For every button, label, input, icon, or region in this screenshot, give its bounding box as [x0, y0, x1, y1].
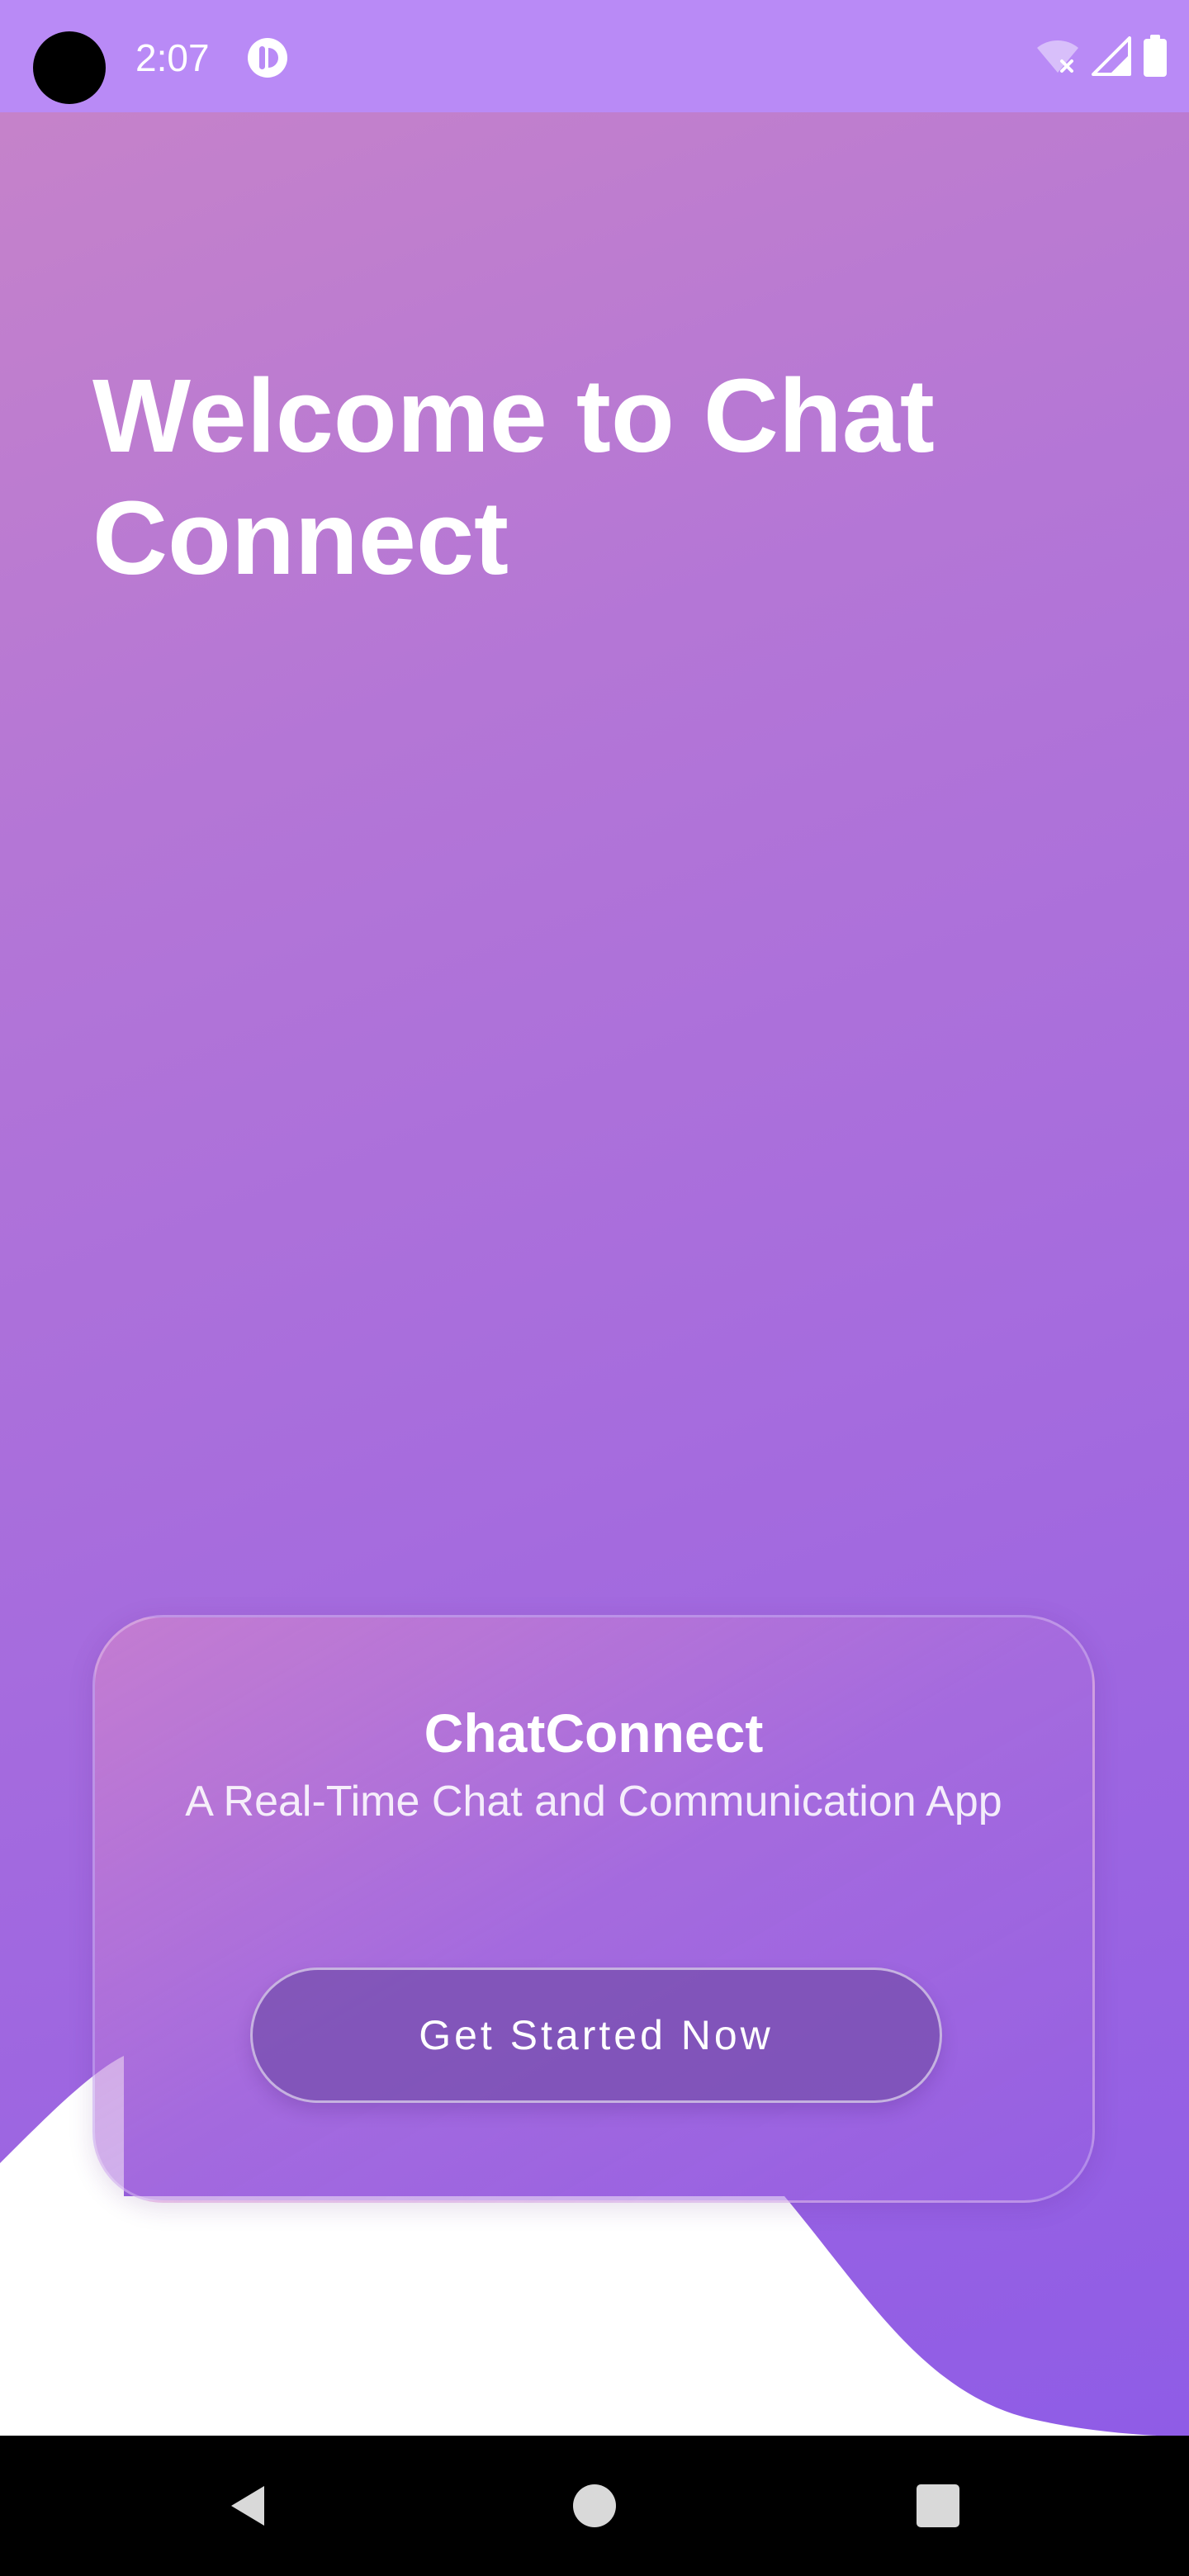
back-icon [231, 2486, 264, 2526]
card-subtitle: A Real-Time Chat and Communication App [185, 1778, 1002, 1825]
app-notification-icon [248, 38, 287, 78]
recents-icon [917, 2484, 959, 2527]
cell-signal-icon [1092, 36, 1131, 76]
wifi-off-icon [1037, 40, 1078, 73]
page-title: Welcome to Chat Connect [92, 358, 935, 596]
home-button[interactable] [537, 2436, 652, 2576]
status-bar: 2:07 [0, 0, 1189, 112]
intro-card: ChatConnect A Real-Time Chat and Communi… [92, 1615, 1095, 2203]
back-button[interactable] [192, 2436, 307, 2576]
home-icon [573, 2484, 616, 2527]
battery-icon [1144, 35, 1167, 77]
welcome-screen: 2:07 Welcome to Chat Connect ChatConnect… [0, 0, 1189, 2576]
recents-button[interactable] [880, 2436, 996, 2576]
status-time: 2:07 [135, 36, 210, 79]
get-started-button[interactable]: Get Started Now [250, 1968, 942, 2103]
camera-hole [33, 31, 106, 104]
card-title: ChatConnect [424, 1702, 764, 1764]
navigation-bar [0, 2436, 1189, 2576]
status-icons [1035, 33, 1168, 79]
